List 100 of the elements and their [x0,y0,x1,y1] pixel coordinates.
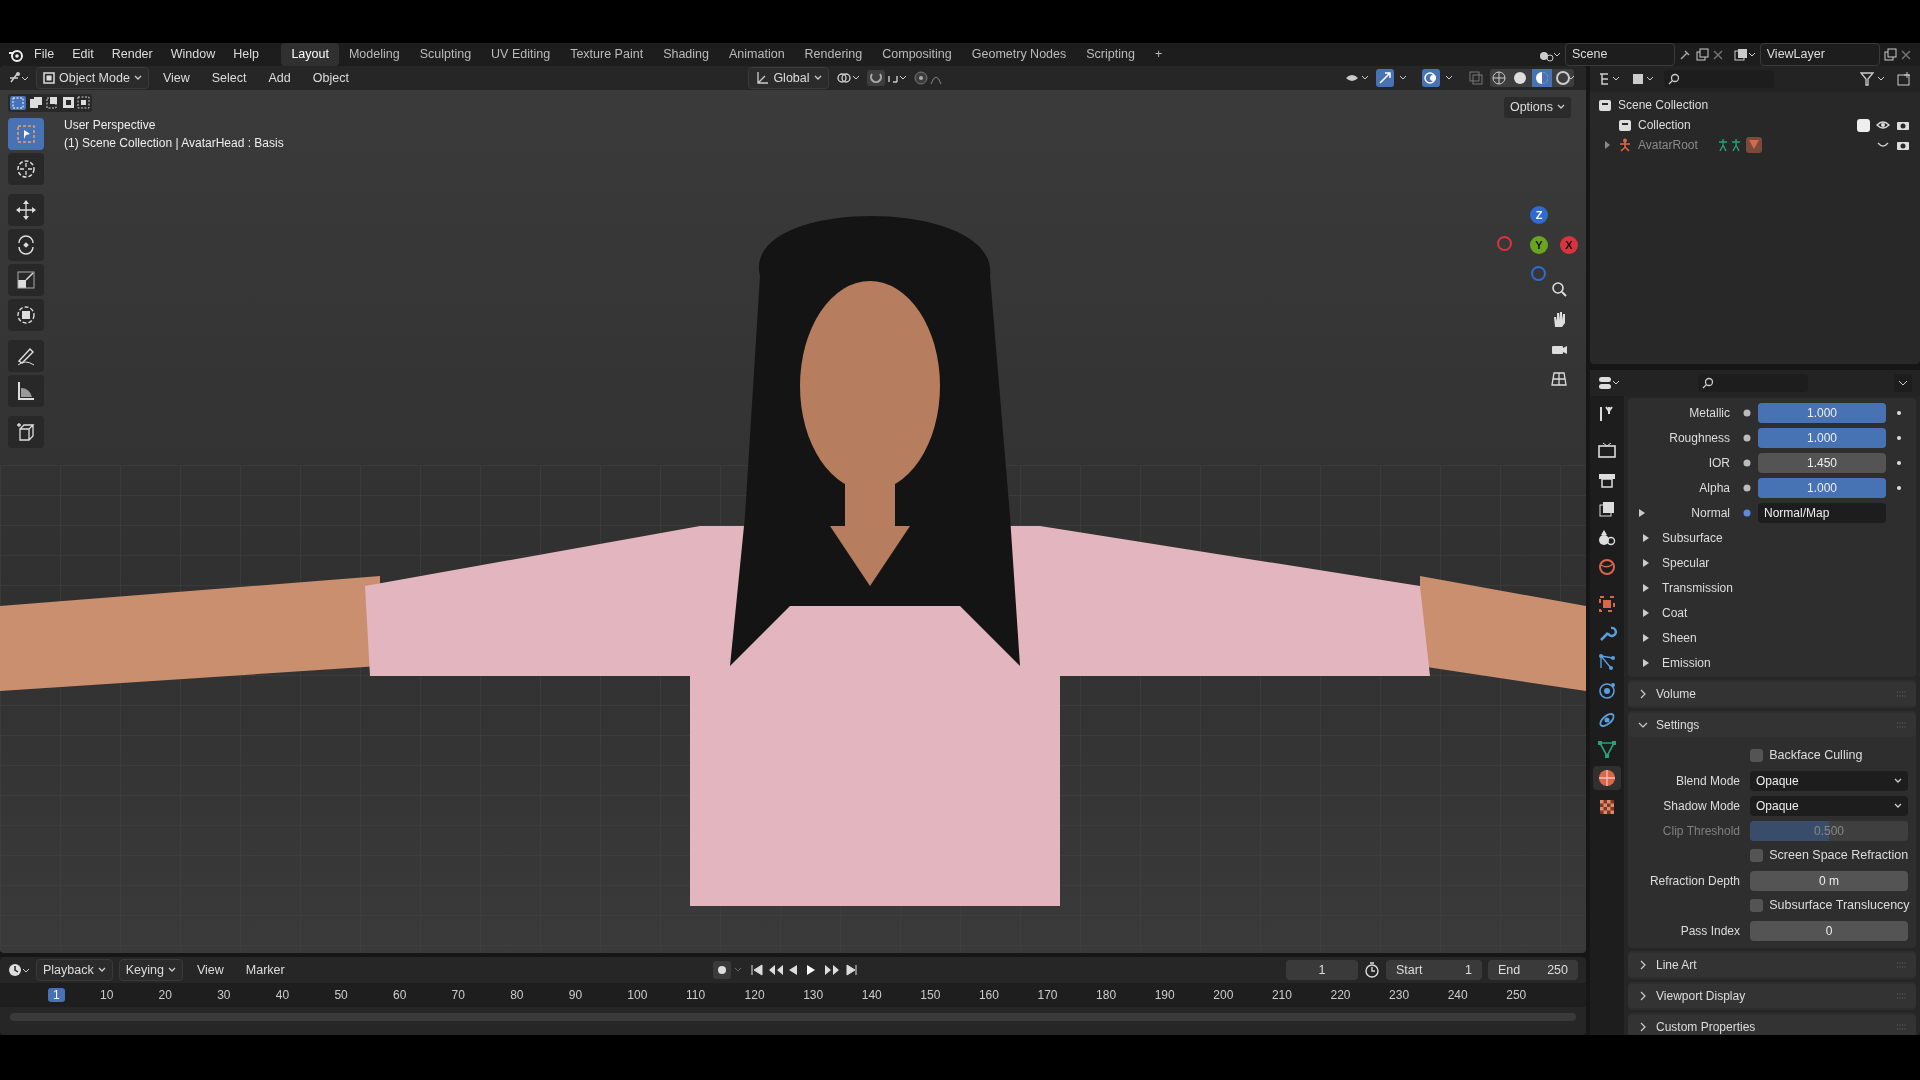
subpanel-title[interactable]: Emission [1662,653,1711,672]
options-dropdown-icon[interactable] [1894,374,1912,392]
expand-arrow-icon[interactable] [1642,633,1650,642]
drag-handle-icon[interactable] [1896,721,1908,729]
menu-item[interactable]: Edit [64,44,102,65]
duplicate-icon[interactable] [1882,47,1897,62]
duplicate-icon[interactable] [1695,47,1710,62]
menu-item[interactable]: Help [225,44,267,65]
panel-title[interactable]: Line Art [1656,956,1697,975]
socket-icon[interactable] [1743,408,1751,417]
editor-type-icon[interactable] [8,962,30,978]
pivot-icon[interactable] [834,70,861,86]
stopwatch-icon[interactable] [1364,962,1380,978]
xray-icon[interactable] [1468,70,1484,86]
workspace-tab[interactable]: Scripting [1076,43,1145,66]
camera-icon[interactable] [1896,139,1910,152]
workspace-tab[interactable]: Shading [653,43,719,66]
drag-handle-icon[interactable] [1896,1023,1908,1032]
selection-mode-icons[interactable] [8,94,92,112]
workspace-tab[interactable]: Modeling [338,43,410,66]
viewport-background[interactable]: Object Mode View Select Add Object Global User Perspective (1) Scene Collection | AvatarHead : Basis Options Z Y X [0,66,1586,953]
negative-z-axis-handle[interactable] [1531,266,1546,281]
filter-images-icon[interactable] [1630,71,1656,87]
end-frame-field[interactable]: End 250 [1488,959,1578,981]
drag-handle-icon[interactable] [1896,961,1908,970]
expand-chevron-icon[interactable] [1638,991,1648,1002]
menu-item[interactable]: Window [162,44,224,65]
menu-item[interactable]: View [154,67,198,89]
panel-title[interactable]: Settings [1656,716,1700,734]
dropdown-field[interactable]: Opaque [1750,770,1908,791]
subpanel-title[interactable]: Transmission [1662,578,1733,597]
keyframe-dot-icon[interactable] [1896,434,1902,441]
add-workspace-button[interactable]: + [1144,43,1173,66]
current-frame-field[interactable]: 1 [1286,959,1358,981]
tool-button[interactable] [8,416,44,448]
workspace-tab[interactable]: Sculpting [409,43,482,66]
checkbox[interactable] [1857,118,1870,132]
axis-label[interactable]: Z [1530,206,1548,224]
menu-item[interactable]: Add [260,67,299,89]
workspace-tab[interactable]: UV Editing [481,43,561,66]
workspace-tab[interactable]: Rendering [794,43,873,66]
checkbox[interactable] [1750,749,1763,763]
menu-item[interactable]: Render [103,44,161,65]
checkbox[interactable] [1750,849,1763,863]
workspace-tab[interactable]: Texture Paint [560,43,654,66]
editor-type-icon[interactable] [1598,375,1622,391]
menu-item[interactable]: View [188,959,232,981]
outliner-item[interactable]: Scene Collection [1618,96,1709,115]
drag-handle-icon[interactable] [1896,690,1908,698]
menu-item[interactable]: Keying [118,958,183,982]
expand-chevron-icon[interactable] [1638,960,1648,971]
menu-item[interactable]: Select [203,67,255,89]
scene-field[interactable]: Scene [1565,43,1675,66]
search-field[interactable] [1698,374,1808,392]
checkbox-label[interactable]: Subsurface Translucency [1769,896,1910,916]
tool-button[interactable] [8,194,44,226]
display-mode-icon[interactable] [1598,71,1622,87]
socket-icon[interactable] [1743,508,1751,517]
menu-item[interactable]: Object [304,67,357,89]
tool-button[interactable] [8,299,44,331]
slider-field[interactable]: 1.000 [1758,402,1886,423]
workspace-tab[interactable]: Compositing [872,43,962,66]
menu-item[interactable]: Playback [36,958,113,982]
expand-arrow-icon[interactable] [1638,508,1646,517]
number-field[interactable]: 1.450 [1758,452,1886,473]
menu-item[interactable]: Marker [237,959,293,981]
workspace-tab[interactable]: Animation [719,43,795,66]
tool-button[interactable] [8,375,44,407]
slider-field[interactable]: 1.000 [1758,427,1886,448]
expand-arrow-icon[interactable] [1642,558,1650,567]
view-layer-field[interactable]: ViewLayer [1759,43,1880,66]
number-field[interactable]: 0 m [1750,870,1908,891]
tool-button[interactable] [8,153,44,185]
keyframe-dot-icon[interactable] [1896,459,1902,466]
workspace-tab[interactable]: Layout [281,43,339,66]
drag-handle-icon[interactable] [1896,992,1908,1001]
collapse-chevron-icon[interactable] [1638,720,1648,730]
eye-icon[interactable] [1876,119,1890,132]
menu-item[interactable]: File [26,44,63,65]
expand-arrow-icon[interactable] [1642,608,1650,617]
socket-icon[interactable] [1743,483,1751,492]
subpanel-title[interactable]: Specular [1662,553,1710,572]
number-field[interactable]: 0 [1750,920,1908,941]
search-field[interactable] [1664,70,1774,88]
dropdown-field[interactable]: Opaque [1750,795,1908,816]
camera-icon[interactable] [1896,119,1910,132]
grid-icon[interactable] [1549,369,1569,389]
tool-button[interactable] [8,229,44,261]
workspace-tab[interactable]: Geometry Nodes [961,43,1077,66]
zoom-icon[interactable] [1549,279,1569,299]
subpanel-title[interactable]: Coat [1662,603,1688,622]
tool-button[interactable] [8,264,44,296]
subpanel-title[interactable]: Sheen [1662,628,1697,647]
checkbox-label[interactable]: Screen Space Refraction [1769,846,1909,866]
keyframe-dot-icon[interactable] [1896,484,1902,491]
negative-x-axis-handle[interactable] [1497,236,1512,251]
outliner-item[interactable]: AvatarRoot [1638,136,1698,155]
layers-icon[interactable] [1732,46,1757,63]
close-icon[interactable] [1712,48,1725,61]
expand-arrow-icon[interactable] [1642,533,1650,542]
